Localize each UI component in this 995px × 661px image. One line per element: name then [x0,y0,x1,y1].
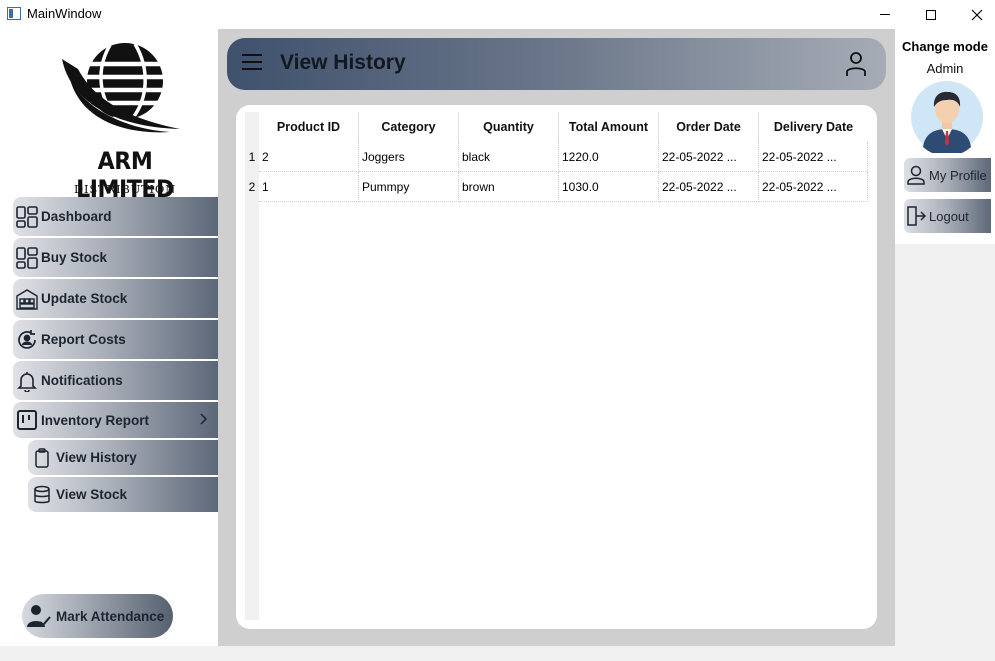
warehouse-icon [15,287,39,311]
row-number: 1 [248,150,256,164]
nav-notifications-label: Notifications [41,373,123,388]
change-mode-button[interactable]: Change mode [895,39,995,54]
table-row[interactable]: 1 2 Joggers black 1220.0 22-05-2022 ... … [245,142,868,172]
user-profile-icon[interactable] [844,51,868,77]
grid-icon [15,246,39,270]
nav-view-history-label: View History [56,450,137,465]
right-panel: Change mode Admin My Profile Logout [895,29,995,646]
clipboard-icon [30,446,54,470]
nav-inventory-report-label: Inventory Report [41,412,150,428]
kanban-icon [15,408,39,432]
column-header[interactable]: Quantity [459,112,559,142]
cell-quantity[interactable]: black [459,142,559,172]
history-card: Product ID Category Quantity Total Amoun… [236,105,877,629]
column-header[interactable]: Category [359,112,459,142]
nav-report-costs-button[interactable]: Report Costs [13,320,218,359]
user-check-icon [24,601,54,631]
cell-product-id[interactable]: 2 [259,142,359,172]
close-button[interactable] [954,0,995,29]
bell-icon [15,369,39,393]
nav-report-costs-label: Report Costs [41,332,126,347]
cell-total-amount[interactable]: 1220.0 [559,142,659,172]
nav-view-history-button[interactable]: View History [28,440,218,475]
table-row[interactable]: 2 1 Pummpy brown 1030.0 22-05-2022 ... 2… [245,172,868,202]
logout-label: Logout [929,208,969,224]
nav-dashboard-label: Dashboard [41,209,112,224]
nav-notifications-button[interactable]: Notifications [13,361,218,400]
row-number: 2 [248,180,256,194]
refresh-user-icon [15,328,39,352]
column-header[interactable]: Product ID [259,112,359,142]
company-logo: ARM LIMITED DISTRIBUTION COMPANY [40,39,210,210]
table-header-row: Product ID Category Quantity Total Amoun… [259,112,868,142]
logout-icon [905,205,927,227]
cell-delivery-date[interactable]: 22-05-2022 ... [759,172,868,202]
column-header[interactable]: Delivery Date [759,112,868,142]
history-table[interactable]: Product ID Category Quantity Total Amoun… [245,112,868,620]
nav-inventory-report-button[interactable]: Inventory Report [13,402,218,438]
mark-attendance-button[interactable]: Mark Attendance [22,594,173,638]
cell-order-date[interactable]: 22-05-2022 ... [659,142,759,172]
chevron-right-icon [200,413,208,425]
column-header[interactable]: Order Date [659,112,759,142]
sidebar: ARM LIMITED DISTRIBUTION COMPANY Dashboa… [0,29,218,646]
window-title: MainWindow [27,6,102,21]
nav-update-stock-label: Update Stock [41,291,128,306]
minimize-icon [880,14,890,15]
status-bar [0,646,995,661]
main-content: View History Product ID Category Quantit… [218,29,895,646]
globe-logo-icon [62,43,180,133]
profile-panel: Change mode Admin My Profile Logout [895,29,995,244]
nav-update-stock-button[interactable]: Update Stock [13,279,218,318]
column-header[interactable]: Total Amount [559,112,659,142]
user-role: Admin [926,61,964,76]
page-header: View History [227,38,886,90]
page-title: View History [280,51,406,74]
nav-buy-stock-button[interactable]: Buy Stock [13,238,218,277]
main-window: MainWindow ARM LIMITED DISTRIBUTION COMP… [0,0,995,661]
avatar [911,81,983,153]
user-icon [905,164,927,186]
maximize-button[interactable] [908,0,954,29]
title-bar: MainWindow [0,0,995,29]
app-icon [7,7,21,20]
cell-product-id[interactable]: 1 [259,172,359,202]
nav-dashboard-button[interactable]: Dashboard [13,197,218,236]
nav-view-stock-label: View Stock [56,487,128,502]
cell-total-amount[interactable]: 1030.0 [559,172,659,202]
mark-attendance-label: Mark Attendance [56,608,165,624]
cell-category[interactable]: Pummpy [359,172,459,202]
my-profile-label: My Profile [929,167,987,183]
cell-delivery-date[interactable]: 22-05-2022 ... [759,142,868,172]
maximize-icon [926,9,936,20]
database-icon [30,483,54,507]
hamburger-menu-icon[interactable] [242,54,262,72]
cell-order-date[interactable]: 22-05-2022 ... [659,172,759,202]
cell-category[interactable]: Joggers [359,142,459,172]
cell-quantity[interactable]: brown [459,172,559,202]
logout-button[interactable]: Logout [904,199,991,233]
close-icon [971,9,983,20]
nav-view-stock-button[interactable]: View Stock [28,477,218,512]
minimize-button[interactable] [862,0,908,29]
dashboard-icon [15,205,39,229]
my-profile-button[interactable]: My Profile [904,158,991,192]
nav-buy-stock-label: Buy Stock [41,250,108,265]
